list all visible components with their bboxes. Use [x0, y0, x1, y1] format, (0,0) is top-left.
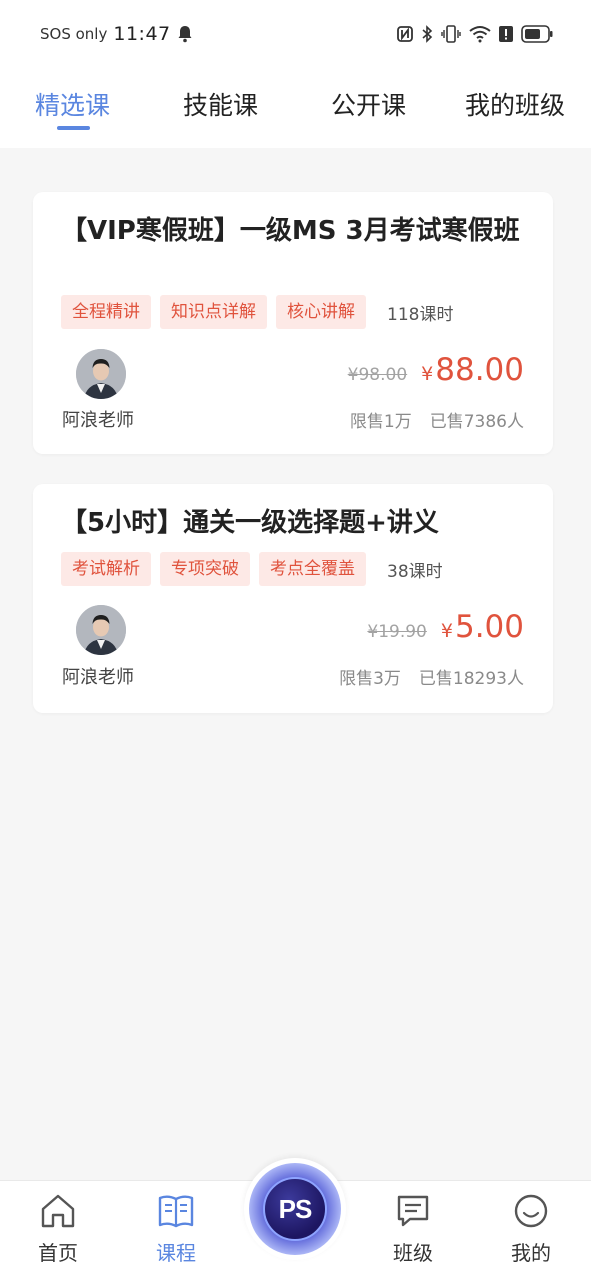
alert-icon — [499, 26, 513, 42]
nav-item-home[interactable]: 首页 — [18, 1193, 98, 1266]
nav-item-courses[interactable]: 课程 — [136, 1193, 216, 1266]
lesson-count: 38课时 — [387, 561, 443, 582]
lesson-count: 118课时 — [387, 304, 454, 325]
status-bar: SOS only 11:47 — [0, 0, 591, 66]
course-card[interactable]: 【VIP寒假班】一级MS 3月考试寒假班 全程精讲 知识点详解 核心讲解 118… — [33, 192, 553, 454]
sales-info: 限售1万 已售7386人 — [350, 407, 524, 432]
course-tags: 考试解析 专项突破 考点全覆盖 38课时 — [61, 552, 443, 586]
course-tag: 核心讲解 — [276, 295, 366, 329]
battery-icon — [521, 25, 553, 43]
nfc-icon — [397, 26, 413, 42]
tab-my-classes[interactable]: 我的班级 — [465, 86, 565, 122]
tab-skill-courses[interactable]: 技能课 — [183, 86, 258, 122]
course-tag: 专项突破 — [160, 552, 250, 586]
nav-item-classes[interactable]: 班级 — [373, 1193, 453, 1266]
course-card[interactable]: 【5小时】通关一级选择题+讲义 考试解析 专项突破 考点全覆盖 38课时 阿浪老… — [33, 484, 553, 713]
tab-open-courses[interactable]: 公开课 — [331, 86, 406, 122]
center-button-ring: PS — [249, 1163, 341, 1255]
home-icon — [41, 1194, 75, 1228]
message-icon — [397, 1195, 429, 1227]
current-price: ¥5.00 — [441, 609, 524, 645]
sold-count: 已售18293人 — [418, 669, 524, 689]
clock: 11:47 — [113, 23, 171, 45]
price-row: ¥19.90 ¥5.00 — [367, 609, 524, 645]
bell-icon — [178, 26, 192, 43]
smile-icon — [514, 1194, 548, 1228]
vibrate-icon — [441, 25, 461, 43]
bluetooth-icon — [422, 25, 433, 43]
teacher-name: 阿浪老师 — [62, 410, 134, 431]
course-tags: 全程精讲 知识点详解 核心讲解 118课时 — [61, 295, 453, 329]
current-price: ¥88.00 — [421, 352, 524, 388]
center-ps-button[interactable]: PS — [244, 1158, 346, 1260]
sold-count: 已售7386人 — [429, 412, 524, 432]
active-tab-indicator — [57, 126, 90, 130]
course-tag: 全程精讲 — [61, 295, 151, 329]
currency-symbol: ¥ — [440, 620, 453, 642]
course-tabs: 精选课 技能课 公开课 我的班级 — [0, 66, 591, 148]
teacher-avatar — [76, 605, 126, 655]
sales-info: 限售3万 已售18293人 — [339, 664, 524, 689]
teacher-avatar — [76, 349, 126, 399]
sale-limit: 限售1万 — [349, 412, 412, 432]
nav-label: 我的 — [511, 1241, 551, 1265]
course-tag: 考点全覆盖 — [259, 552, 366, 586]
nav-label: 班级 — [393, 1241, 433, 1265]
nav-label: 课程 — [156, 1241, 196, 1265]
teacher-name: 阿浪老师 — [62, 667, 134, 688]
current-price-value: 5.00 — [454, 609, 524, 645]
tab-selected-courses[interactable]: 精选课 — [35, 86, 110, 122]
course-title: 【5小时】通关一级选择题+讲义 — [61, 508, 439, 538]
book-icon — [158, 1195, 194, 1228]
original-price: ¥19.90 — [367, 622, 427, 642]
nav-label: 首页 — [38, 1241, 78, 1265]
course-title: 【VIP寒假班】一级MS 3月考试寒假班 — [61, 216, 520, 246]
wifi-icon — [469, 26, 491, 43]
current-price-value: 88.00 — [435, 352, 524, 388]
course-tag: 知识点详解 — [160, 295, 267, 329]
nav-item-mine[interactable]: 我的 — [491, 1193, 571, 1266]
course-tag: 考试解析 — [61, 552, 151, 586]
ps-logo: PS — [263, 1177, 327, 1241]
currency-symbol: ¥ — [421, 363, 434, 385]
original-price: ¥98.00 — [347, 365, 408, 385]
price-row: ¥98.00 ¥88.00 — [348, 352, 524, 388]
sale-limit: 限售3万 — [339, 669, 401, 689]
carrier-text: SOS only — [40, 25, 108, 43]
